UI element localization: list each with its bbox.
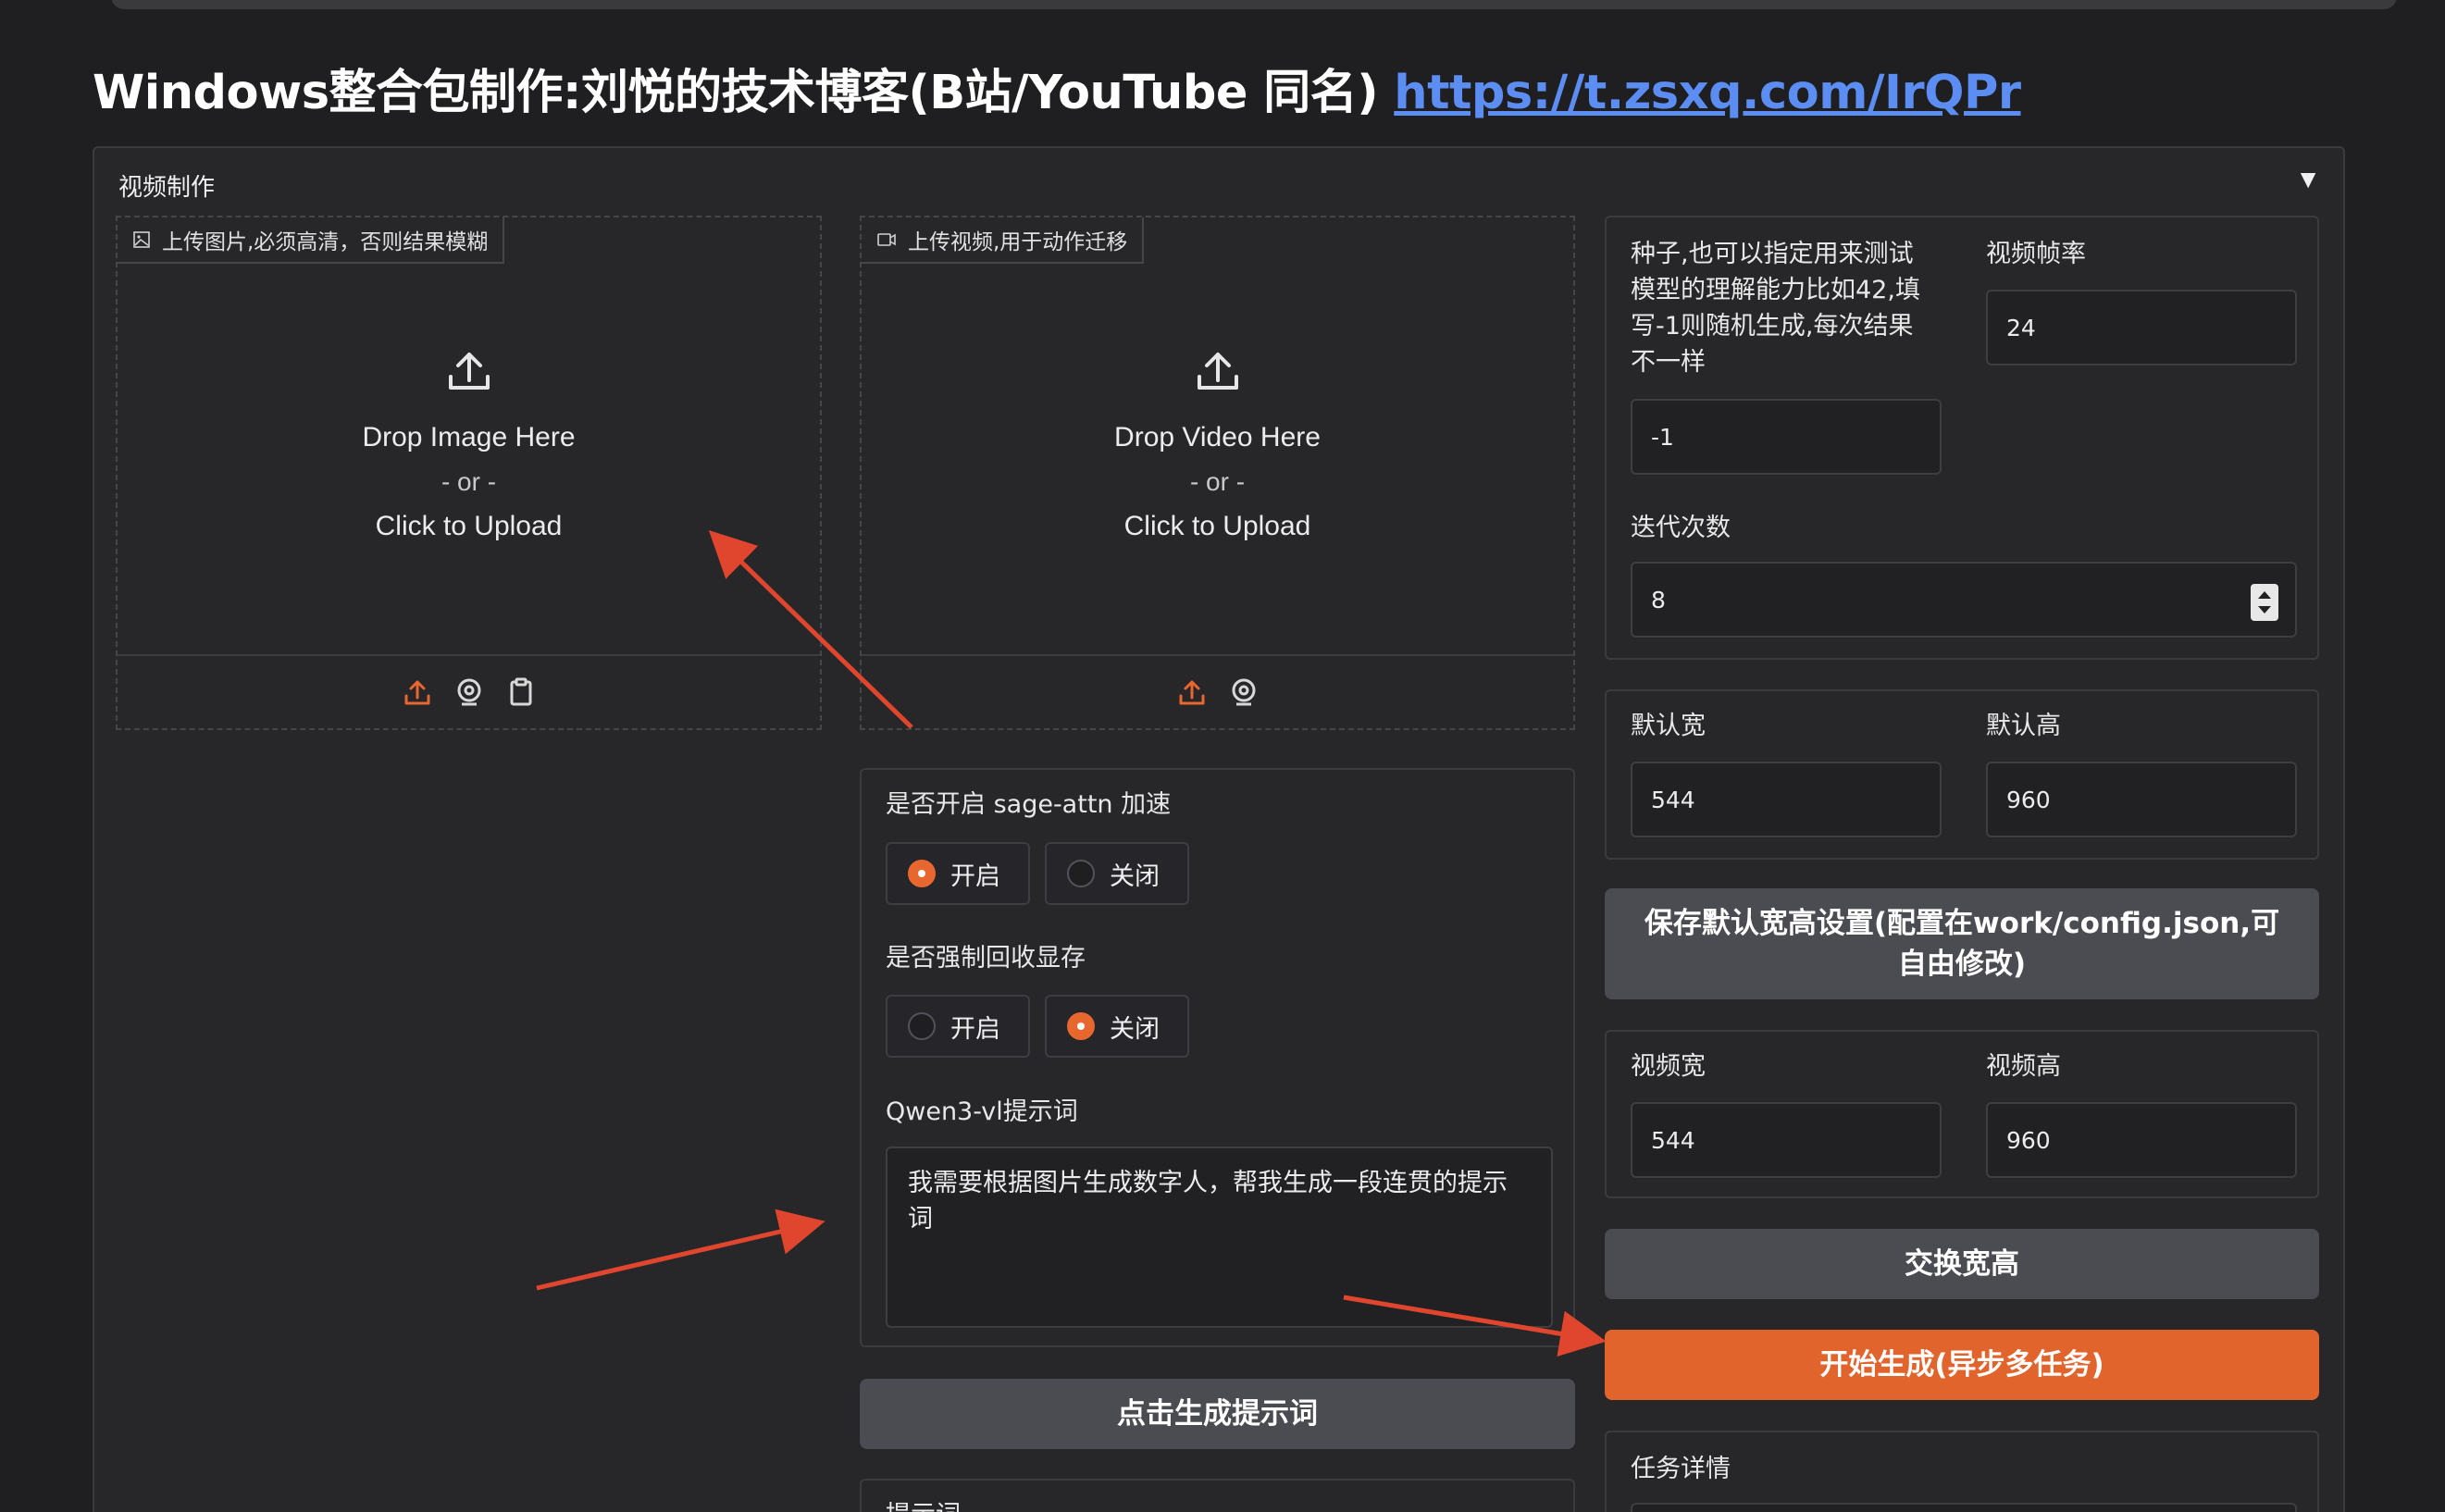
- image-upload-toolbar: [118, 654, 820, 728]
- vram-label: 是否强制回收显存: [886, 944, 1086, 973]
- or-text: - or -: [441, 467, 497, 496]
- task-details-panel: 任务详情: [1605, 1431, 2319, 1512]
- title-text: Windows整合包制作:刘悦的技术博客(B站/YouTube 同名): [93, 66, 1379, 120]
- image-icon: [133, 231, 150, 248]
- video-size-panel: 视频宽 544 视频高 960: [1605, 1030, 2319, 1198]
- radio-dot: [1067, 860, 1095, 887]
- seed-input[interactable]: -1: [1631, 399, 1942, 475]
- upload-icon[interactable]: [1176, 676, 1208, 708]
- save-default-size-button[interactable]: 保存默认宽高设置(配置在work/config.json,可自由修改): [1605, 888, 2319, 999]
- clipboard-icon[interactable]: [505, 676, 537, 708]
- default-width-label: 默认宽: [1631, 712, 1706, 740]
- options-panel: 是否开启 sage-attn 加速 开启 关闭 是否强制回收显存 开启 关闭 Q…: [860, 768, 1575, 1347]
- page-title: Windows整合包制作:刘悦的技术博客(B站/YouTube 同名) http…: [93, 54, 2021, 122]
- upload-icon[interactable]: [402, 676, 433, 708]
- seed-settings-panel: 种子,也可以指定用来测试模型的理解能力比如42,填写-1则随机生成,每次结果不一…: [1605, 216, 2319, 660]
- vram-off-radio[interactable]: 关闭: [1045, 995, 1189, 1058]
- video-upload[interactable]: 上传视频,用于动作迁移 Drop Video Here - or - Click…: [860, 216, 1575, 730]
- sage-off-radio[interactable]: 关闭: [1045, 842, 1189, 905]
- stepper-down[interactable]: [2258, 606, 2271, 613]
- browser-top-bar: [111, 0, 2397, 9]
- generate-prompt-button[interactable]: 点击生成提示词: [860, 1379, 1575, 1449]
- default-height-input[interactable]: 960: [1986, 762, 2297, 837]
- stepper-up[interactable]: [2258, 591, 2271, 599]
- steps-value: 8: [1651, 586, 1666, 613]
- default-size-panel: 默认宽 544 默认高 960: [1605, 689, 2319, 860]
- prompt-label: 提示词: [886, 1497, 961, 1512]
- qwen-prompt-textarea[interactable]: 我需要根据图片生成数字人，帮我生成一段连贯的提示词: [886, 1146, 1553, 1328]
- swap-size-button[interactable]: 交换宽高: [1605, 1229, 2319, 1299]
- fps-input[interactable]: 24: [1986, 290, 2297, 366]
- vram-on-radio[interactable]: 开启: [886, 995, 1030, 1058]
- video-height-input[interactable]: 960: [1986, 1102, 2297, 1178]
- video-width-label: 视频宽: [1631, 1052, 1706, 1081]
- vram-off-label: 关闭: [1110, 1014, 1160, 1044]
- triangle-down-icon[interactable]: ▼: [2295, 165, 2321, 194]
- video-drop-zone[interactable]: Drop Video Here - or - Click to Upload: [862, 347, 1573, 549]
- sage-on-radio[interactable]: 开启: [886, 842, 1030, 905]
- drop-image-text: Drop Image Here: [362, 422, 576, 452]
- fps-label: 视频帧率: [1986, 240, 2086, 268]
- start-generate-button[interactable]: 开始生成(异步多任务): [1605, 1330, 2319, 1400]
- image-drop-zone[interactable]: Drop Image Here - or - Click to Upload: [118, 347, 820, 549]
- steps-label: 迭代次数: [1631, 514, 1731, 542]
- default-height-label: 默认高: [1986, 712, 2061, 740]
- click-to-upload-text: Click to Upload: [1123, 511, 1311, 541]
- image-upload[interactable]: 上传图片,必须高清，否则结果模糊 Drop Image Here - or - …: [116, 216, 822, 730]
- drop-video-text: Drop Video Here: [1114, 422, 1321, 452]
- webcam-icon[interactable]: [1228, 676, 1260, 708]
- image-upload-tag-text: 上传图片,必须高清，否则结果模糊: [162, 230, 489, 254]
- image-upload-tag: 上传图片,必须高清，否则结果模糊: [118, 217, 505, 264]
- sage-off-label: 关闭: [1110, 861, 1160, 891]
- video-upload-tag-text: 上传视频,用于动作迁移: [908, 230, 1128, 254]
- vram-on-label: 开启: [950, 1014, 1000, 1044]
- video-upload-tag: 上传视频,用于动作迁移: [862, 217, 1145, 264]
- radio-dot: [908, 1012, 936, 1040]
- upload-icon: [1197, 353, 1238, 390]
- task-details-field[interactable]: [1631, 1503, 2297, 1512]
- upload-icon: [448, 353, 490, 390]
- radio-dot-selected: [1067, 1012, 1095, 1040]
- accordion-label[interactable]: 视频制作: [118, 168, 215, 203]
- default-width-input[interactable]: 544: [1631, 762, 1942, 837]
- number-stepper-icon[interactable]: [2251, 584, 2278, 621]
- video-width-input[interactable]: 544: [1631, 1102, 1942, 1178]
- prompt-panel: 提示词: [860, 1479, 1575, 1512]
- webcam-icon[interactable]: [453, 676, 485, 708]
- radio-dot-selected: [908, 860, 936, 887]
- sage-attn-label: 是否开启 sage-attn 加速: [886, 790, 1172, 819]
- video-height-label: 视频高: [1986, 1052, 2061, 1081]
- video-upload-toolbar: [862, 654, 1573, 728]
- sage-on-label: 开启: [950, 861, 1000, 891]
- or-text: - or -: [1189, 467, 1246, 496]
- qwen-label: Qwen3-vl提示词: [886, 1097, 1078, 1126]
- steps-input[interactable]: 8: [1631, 562, 2297, 638]
- click-to-upload-text: Click to Upload: [375, 511, 563, 541]
- seed-label: 种子,也可以指定用来测试模型的理解能力比如42,填写-1则随机生成,每次结果不一…: [1631, 240, 1920, 377]
- zsxq-link[interactable]: https://t.zsxq.com/IrQPr: [1394, 66, 2021, 120]
- task-details-label: 任务详情: [1631, 1455, 1731, 1483]
- video-icon: [877, 233, 896, 246]
